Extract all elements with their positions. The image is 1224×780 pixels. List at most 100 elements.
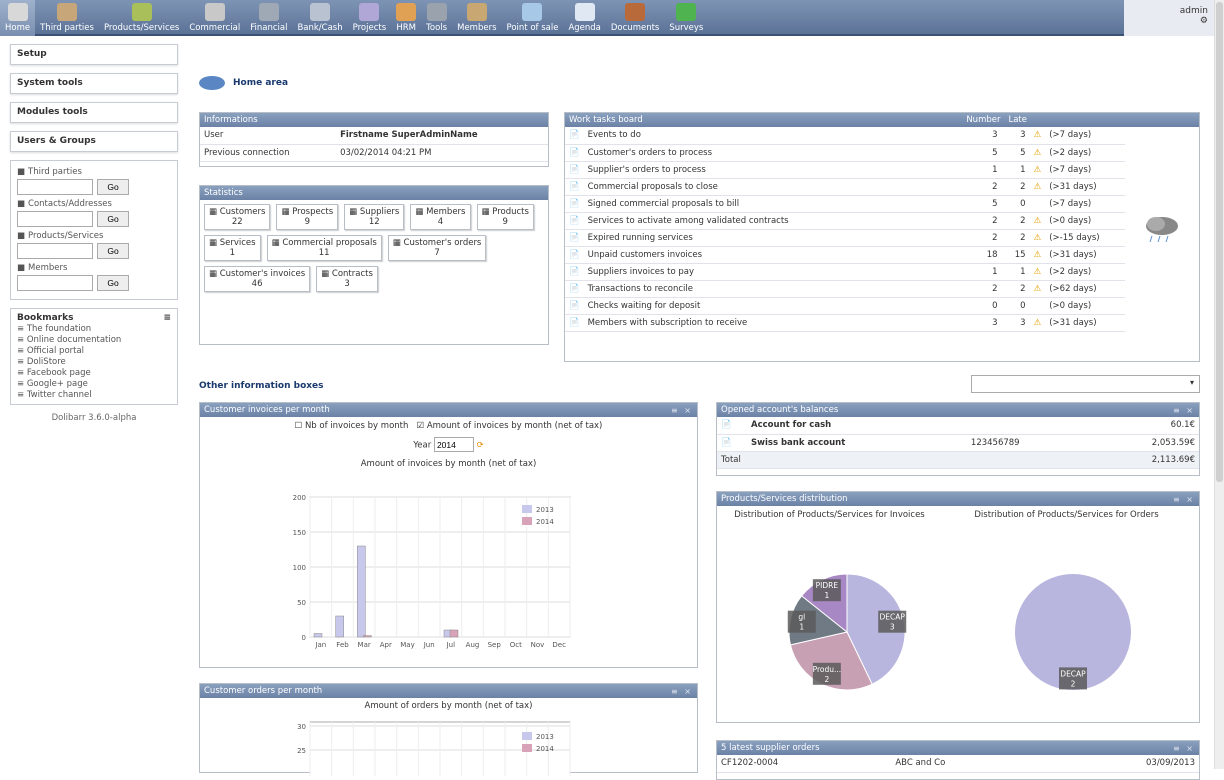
add-box-select[interactable]: ▾: [971, 375, 1200, 393]
nav-icon[interactable]: [396, 3, 417, 21]
box-controls-icon[interactable]: ≡ ×: [671, 687, 693, 696]
task-row[interactable]: 📄 Services to activate among validated co…: [565, 212, 1125, 230]
orders-box-header[interactable]: Customer orders per month ≡ ×: [200, 684, 697, 698]
user-box[interactable]: admin ⚙: [1124, 0, 1214, 36]
bookmark-item[interactable]: ≡ Google+ page: [17, 379, 171, 389]
task-row[interactable]: 📄 Customer's orders to process 5 5 ⚠ (>2 days…: [565, 144, 1125, 162]
menu-setup[interactable]: Setup: [10, 44, 178, 65]
task-row[interactable]: 📄 Checks waiting for deposit 0 0 (>0 days): [565, 297, 1125, 315]
order-ref[interactable]: CF1202-0004: [717, 755, 892, 773]
distribution-box-header[interactable]: Products/Services distribution ≡ ×: [717, 492, 1199, 506]
nav-projects[interactable]: Projects: [348, 0, 392, 36]
nav-icon[interactable]: [131, 3, 152, 21]
page-scrollbar[interactable]: [1214, 0, 1224, 769]
menu-system-tools[interactable]: System tools: [10, 73, 178, 94]
task-label[interactable]: Expired running services: [583, 229, 962, 247]
task-row[interactable]: 📄 Transactions to reconcile 2 2 ⚠ (>62 days): [565, 280, 1125, 298]
task-label[interactable]: Transactions to reconcile: [583, 280, 962, 298]
nav-icon[interactable]: [310, 3, 331, 21]
bookmark-label[interactable]: Online documentation: [27, 335, 122, 345]
nav-products-services[interactable]: Products/Services: [99, 0, 184, 36]
stat-tile[interactable]: ▦ Prospects 9: [276, 204, 339, 230]
menu-modules-tools[interactable]: Modules tools: [10, 102, 178, 123]
nav-label[interactable]: Agenda: [568, 23, 600, 36]
task-label[interactable]: Signed commercial proposals to bill: [583, 195, 962, 213]
bookmark-item[interactable]: ≡ Facebook page: [17, 368, 171, 378]
account-name[interactable]: Swiss bank account: [747, 434, 967, 452]
stat-label[interactable]: Commercial proposals: [282, 238, 376, 248]
nav-label[interactable]: Members: [457, 23, 496, 36]
task-row[interactable]: 📄 Commercial proposals to close 2 2 ⚠ (>31 da…: [565, 178, 1125, 196]
supplier-orders-header[interactable]: 5 latest supplier orders ≡ ×: [717, 741, 1199, 755]
stat-tile[interactable]: ▦ Commercial proposals 11: [266, 235, 382, 261]
nav-label[interactable]: Financial: [250, 23, 287, 36]
nav-documents[interactable]: Documents: [606, 0, 664, 36]
opt-amount-checkbox[interactable]: ☑: [417, 421, 425, 431]
nav-icon[interactable]: [574, 3, 595, 21]
user-name[interactable]: admin: [1180, 6, 1208, 16]
stat-label[interactable]: Prospects: [292, 207, 333, 217]
nav-icon[interactable]: [204, 3, 225, 21]
nav-icon[interactable]: [676, 3, 697, 21]
stat-tile[interactable]: ▦ Suppliers 12: [344, 204, 405, 230]
account-row[interactable]: 📄 Swiss bank account 123456789 2,053.59€: [717, 434, 1199, 452]
refresh-icon[interactable]: ⟳: [477, 441, 484, 451]
year-input[interactable]: [433, 437, 474, 452]
task-row[interactable]: 📄 Unpaid customers invoices 18 15 ⚠ (>31 days…: [565, 246, 1125, 264]
search-input[interactable]: [17, 243, 93, 259]
nav-tools[interactable]: Tools: [421, 0, 452, 36]
nav-surveys[interactable]: Surveys: [664, 0, 708, 36]
account-name[interactable]: Account for cash: [747, 417, 967, 435]
bookmark-item[interactable]: ≡ Twitter channel: [17, 390, 171, 400]
nav-label[interactable]: Point of sale: [507, 23, 559, 36]
nav-financial[interactable]: Financial: [245, 0, 292, 36]
stat-label[interactable]: Suppliers: [360, 207, 399, 217]
nav-label[interactable]: Third parties: [40, 23, 94, 36]
task-row[interactable]: 📄 Members with subscription to receive 3 3 ⚠…: [565, 314, 1125, 332]
task-row[interactable]: 📄 Suppliers invoices to pay 1 1 ⚠ (>2 days): [565, 263, 1125, 281]
stat-tile[interactable]: ▦ Customer's orders 7: [387, 235, 487, 261]
task-label[interactable]: Services to activate among validated con…: [583, 212, 962, 230]
nav-icon[interactable]: [466, 3, 487, 21]
search-input[interactable]: [17, 211, 93, 227]
bookmark-label[interactable]: DoliStore: [27, 357, 66, 367]
nav-icon[interactable]: [522, 3, 543, 21]
go-button[interactable]: Go: [97, 243, 129, 259]
menu-users-groups[interactable]: Users & Groups: [10, 131, 178, 152]
nav-agenda[interactable]: Agenda: [563, 0, 605, 36]
task-row[interactable]: 📄 Signed commercial proposals to bill 5 0 (>…: [565, 195, 1125, 213]
stat-label[interactable]: Products: [492, 207, 529, 217]
task-label[interactable]: Suppliers invoices to pay: [583, 263, 962, 281]
nav-hrm[interactable]: HRM: [391, 0, 421, 36]
scrollbar-thumb[interactable]: [1216, 2, 1223, 482]
nav-label[interactable]: Surveys: [669, 23, 703, 36]
task-label[interactable]: Members with subscription to receive: [583, 314, 962, 332]
bookmark-item[interactable]: ≡ The foundation: [17, 324, 171, 334]
bookmark-item[interactable]: ≡ Official portal: [17, 346, 171, 356]
stat-label[interactable]: Customers: [220, 207, 266, 217]
stat-label[interactable]: Contracts: [332, 269, 373, 279]
logout-icon[interactable]: ⚙: [1200, 16, 1208, 26]
nav-point-of-sale[interactable]: Point of sale: [502, 0, 564, 36]
bookmark-label[interactable]: Facebook page: [27, 368, 91, 378]
invoices-box-header[interactable]: Customer invoices per month ≡ ×: [200, 403, 697, 417]
go-button[interactable]: Go: [97, 179, 129, 195]
bookmark-item[interactable]: ≡ Online documentation: [17, 335, 171, 345]
bookmark-label[interactable]: Google+ page: [27, 379, 88, 389]
nav-third-parties[interactable]: Third parties: [35, 0, 99, 36]
nav-bank-cash[interactable]: Bank/Cash: [292, 0, 347, 36]
stat-tile[interactable]: ▦ Services 1: [204, 235, 261, 261]
nav-icon[interactable]: [7, 3, 28, 21]
nav-icon[interactable]: [625, 3, 646, 21]
task-label[interactable]: Unpaid customers invoices: [583, 246, 962, 264]
stat-tile[interactable]: ▦ Customers 22: [204, 204, 271, 230]
box-controls-icon[interactable]: ≡ ×: [1173, 406, 1195, 415]
nav-label[interactable]: Products/Services: [104, 23, 179, 36]
task-row[interactable]: 📄 Supplier's orders to process 1 1 ⚠ (>7 days…: [565, 161, 1125, 179]
nav-icon[interactable]: [426, 3, 447, 21]
bookmark-label[interactable]: Official portal: [27, 346, 84, 356]
nav-label[interactable]: Documents: [611, 23, 659, 36]
stat-tile[interactable]: ▦ Customer's invoices 46: [204, 266, 311, 292]
nav-label[interactable]: Projects: [353, 23, 387, 36]
nav-icon[interactable]: [57, 3, 78, 21]
